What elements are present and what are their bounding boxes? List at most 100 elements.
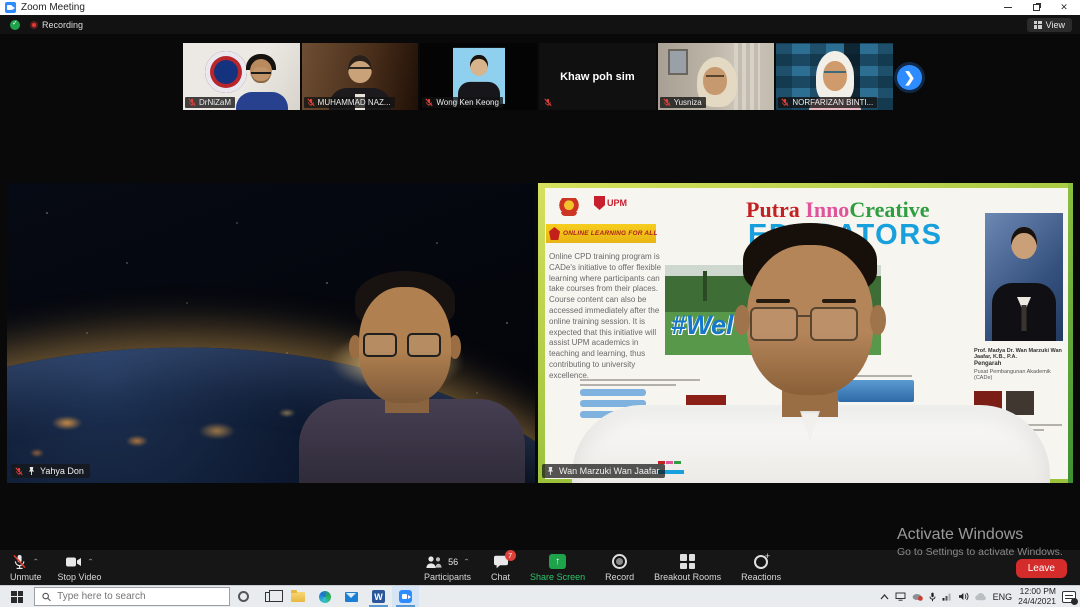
- display-tray-icon[interactable]: [895, 592, 906, 601]
- notification-badge: [1071, 598, 1078, 605]
- participants-options-chevron[interactable]: ⌃: [463, 558, 470, 565]
- reactions-icon: [754, 555, 768, 569]
- main-video-wan-marzuki[interactable]: UPM ONLINE LEARNING FOR ALL Online CPD t…: [538, 183, 1073, 483]
- recording-dot-icon: [30, 21, 38, 29]
- portrait-caption-name: Prof. Madya Dr. Wan Marzuki Wan Jaafar, …: [974, 348, 1070, 360]
- taskbar-date: 24/4/2021: [1018, 597, 1056, 607]
- video-camera-icon: [65, 556, 82, 568]
- taskbar-clock[interactable]: 12:00 PM 24/4/2021: [1018, 587, 1056, 607]
- taskbar-search[interactable]: [34, 587, 230, 606]
- participant-name-badge: Wong Ken Keong: [422, 97, 503, 108]
- meeting-top-bar: Recording View: [0, 15, 1080, 34]
- portrait-caption-title: Pengarah: [974, 361, 1001, 367]
- participant-tile-norfarizan[interactable]: NORFARIZAN BINTI...: [776, 43, 893, 110]
- participant-tile-yusniza[interactable]: Yusniza: [658, 43, 775, 110]
- unmute-button[interactable]: ⌃ Unmute: [10, 553, 42, 582]
- start-button[interactable]: [0, 586, 34, 607]
- participant-name-badge: MUHAMMAD NAZ...: [304, 97, 395, 108]
- muted-mic-icon: [188, 98, 196, 107]
- muted-mic-icon: [307, 98, 315, 107]
- close-button[interactable]: ✕: [1050, 0, 1078, 15]
- muted-mic-icon: [663, 98, 671, 107]
- onedrive-alert-tray-icon[interactable]: [912, 592, 923, 601]
- poster-frame: [538, 183, 545, 483]
- participant-tile-drnizam[interactable]: DrNiZaM: [183, 43, 300, 110]
- reactions-button[interactable]: Reactions: [741, 553, 781, 582]
- leave-button[interactable]: Leave: [1016, 559, 1067, 578]
- breakout-rooms-icon: [680, 554, 695, 569]
- video-name-label: Yahya Don: [11, 464, 90, 478]
- glasses: [363, 333, 397, 357]
- unmute-options-chevron[interactable]: ⌃: [32, 558, 39, 565]
- activate-windows-watermark: Activate Windows Go to Settings to activ…: [897, 526, 1063, 558]
- meeting-stage: DrNiZaM MUHAMMAD NAZ... Wong Ken Keong: [0, 34, 1080, 550]
- participants-button[interactable]: 56 ⌃ Participants: [424, 553, 471, 582]
- stop-video-button[interactable]: ⌃ Stop Video: [58, 553, 102, 582]
- video-options-chevron[interactable]: ⌃: [87, 558, 94, 565]
- participant-tile-wong-ken-keong[interactable]: Wong Ken Keong: [420, 43, 537, 110]
- zoom-icon: [399, 590, 412, 603]
- windows-taskbar: W ENG 1: [0, 585, 1080, 607]
- minimize-button[interactable]: [994, 0, 1022, 15]
- video-name-label: Wan Marzuki Wan Jaafar: [542, 464, 665, 478]
- participant-name-badge: DrNiZaM: [185, 97, 235, 108]
- language-indicator[interactable]: ENG: [993, 592, 1013, 602]
- pin-icon: [27, 466, 36, 476]
- upm-shield-icon: [594, 196, 605, 210]
- recording-label: Recording: [42, 20, 83, 30]
- muted-mic-icon: [12, 554, 27, 570]
- edge-button[interactable]: [311, 586, 338, 607]
- breakout-rooms-button[interactable]: Breakout Rooms: [654, 553, 721, 582]
- mail-button[interactable]: [338, 586, 365, 607]
- participant-tile-khaw-poh-sim[interactable]: Khaw poh sim: [539, 43, 656, 110]
- tray-expand-chevron[interactable]: [880, 594, 889, 600]
- chat-button[interactable]: 7 Chat: [491, 553, 510, 582]
- file-explorer-button[interactable]: [284, 586, 311, 607]
- share-screen-button[interactable]: ↑ Share Screen: [530, 553, 585, 582]
- zoom-meeting-window: Zoom Meeting ✕ Recording View: [0, 0, 1080, 607]
- search-icon: [42, 592, 51, 602]
- zoom-app-icon: [5, 2, 16, 13]
- participant-tile-muhammad-naz[interactable]: MUHAMMAD NAZ...: [302, 43, 419, 110]
- microphone-tray-icon[interactable]: [929, 592, 936, 602]
- view-grid-icon: [1034, 21, 1042, 29]
- cloud-tray-icon[interactable]: [975, 593, 987, 601]
- mail-icon: [345, 592, 358, 602]
- view-button[interactable]: View: [1027, 18, 1072, 32]
- word-icon: W: [372, 590, 385, 603]
- online-learning-banner: ONLINE LEARNING FOR ALL: [546, 224, 656, 243]
- encryption-shield-icon[interactable]: [10, 20, 20, 30]
- participant-display-name: Khaw poh sim: [560, 71, 635, 83]
- welcome-sign-text-left: #Wel: [671, 310, 734, 341]
- record-button[interactable]: Record: [605, 553, 634, 582]
- malaysia-coat-of-arms-logo: [557, 198, 581, 216]
- banner-graphic-icon: [549, 227, 560, 240]
- main-video-yahya-don[interactable]: Yahya Don: [7, 183, 535, 483]
- chevron-right-icon: ❯: [904, 69, 916, 86]
- task-view-icon: [265, 592, 277, 602]
- record-icon: [612, 554, 627, 569]
- cortana-button[interactable]: [230, 586, 257, 607]
- system-tray: ENG 12:00 PM 24/4/2021: [880, 586, 1080, 607]
- search-input[interactable]: [57, 591, 222, 602]
- network-tray-icon[interactable]: [942, 592, 952, 601]
- participants-count: 56: [448, 557, 458, 567]
- gallery-next-button[interactable]: ❯: [897, 65, 922, 90]
- share-screen-icon: ↑: [549, 554, 566, 569]
- participant-name-badge: [541, 97, 556, 108]
- zoom-taskbar-button[interactable]: [392, 586, 419, 607]
- cpd-description-text: Online CPD training program is CADe's in…: [549, 252, 669, 382]
- participant-name-badge: NORFARIZAN BINTI...: [778, 97, 877, 108]
- pin-icon: [546, 466, 555, 476]
- word-button[interactable]: W: [365, 586, 392, 607]
- upm-logo: UPM: [594, 196, 627, 210]
- view-label: View: [1046, 20, 1065, 30]
- volume-tray-icon[interactable]: [958, 592, 969, 601]
- director-portrait-photo: [985, 213, 1063, 341]
- task-view-button[interactable]: [257, 586, 284, 607]
- muted-mic-icon: [15, 467, 23, 476]
- action-center-icon[interactable]: [1062, 591, 1076, 603]
- participants-icon: [425, 555, 443, 569]
- maximize-button[interactable]: [1022, 0, 1050, 15]
- muted-mic-icon: [544, 98, 552, 107]
